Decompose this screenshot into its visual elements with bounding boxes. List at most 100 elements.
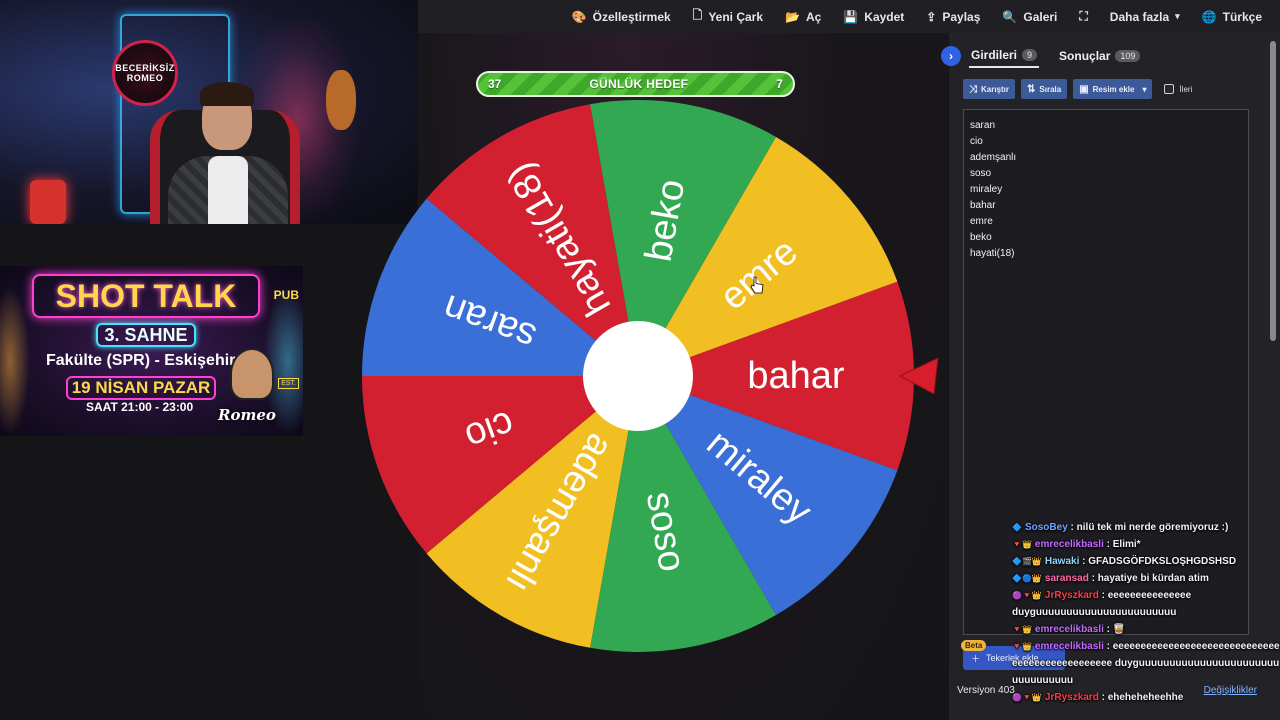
file-icon: 🗋: [692, 8, 703, 22]
spin-wheel[interactable]: baharmiraleysosoademşanlıciosaranhayati(…: [358, 96, 918, 656]
list-item: emre: [970, 216, 993, 227]
language-label: Türkçe: [1222, 9, 1262, 24]
chat-message: 🔷🔵👑 saransad : hayatiye bi kürdan atim: [1012, 570, 1280, 587]
list-item: cio: [970, 136, 983, 147]
tab-entries-label: Girdileri: [971, 48, 1018, 62]
chat-username: JrRyszkard: [1044, 590, 1099, 601]
language-button[interactable]: 🌐 Türkçe: [1202, 10, 1262, 24]
image-icon: ▣: [1079, 83, 1089, 95]
top-nav: 🎨 Özelleştirmek 🗋 Yeni Çark 📂 Aç 💾 Kayde…: [418, 0, 1280, 33]
advanced-label: İleri: [1179, 84, 1193, 94]
chat-username: emrecelikbasli: [1034, 641, 1104, 652]
webcam-feed: BECERİKSİZ ROMEO: [0, 0, 418, 224]
collapse-panel-button[interactable]: ›: [941, 46, 961, 66]
save-icon: 💾: [843, 9, 859, 24]
share-button[interactable]: ⇪ Paylaş: [926, 10, 980, 24]
tab-entries[interactable]: Girdileri 9: [969, 44, 1040, 68]
globe-icon: 🌐: [1201, 9, 1217, 24]
list-item: ademşanlı: [970, 152, 1017, 163]
new-wheel-button[interactable]: 🗋 Yeni Çark: [693, 6, 763, 27]
list-item: saran: [970, 120, 996, 131]
event-poster: SHOT TALK 3. SAHNE Fakülte (SPR) - Eskiş…: [0, 266, 303, 436]
list-item: miraley: [970, 184, 1003, 195]
new-wheel-label: Yeni Çark: [708, 9, 764, 24]
poster-date: 19 NİSAN PAZAR: [66, 376, 216, 400]
chat-message: 🔻👑 emrecelikbasli : Elimi*: [1012, 536, 1280, 553]
badge-icon: 🟣🔻👑: [1012, 591, 1042, 600]
chat-username: saransad: [1044, 573, 1089, 584]
chat-username: SosoBey: [1024, 522, 1068, 533]
chat-text: : eheheheheehhe: [1101, 692, 1184, 703]
guitar: [326, 70, 356, 130]
chat-message: 🔷 SosoBey : nilü tek mi nerde göremiyoruz…: [1012, 519, 1280, 536]
customize-button[interactable]: 🎨 Özelleştirmek: [572, 10, 671, 24]
chat-message: 🔻👑 emrecelikbasli : 🥃: [1012, 621, 1280, 638]
chat-text: : nilü tek mi nerde göremiyoruz :): [1070, 522, 1229, 533]
panel-scrollbar[interactable]: [1270, 41, 1276, 341]
shuffle-button[interactable]: ⤨ Karıştır: [963, 79, 1016, 99]
chat-message: 🔷🎬👑 Hawaki : GFADSGÖFDKSLOŞHGDSHSD: [1012, 553, 1280, 570]
tab-results[interactable]: Sonuçlar 109: [1057, 45, 1142, 67]
poster-title: SHOT TALK: [32, 274, 260, 318]
chat-message: 🔻👑 emrecelikbasli : eeeeeeeeeeeeeeeeeeeee…: [1012, 638, 1280, 689]
red-lamp: [30, 180, 66, 224]
more-menu-button[interactable]: Daha fazla ▾: [1110, 10, 1180, 24]
logo-text-bottom: ROMEO: [126, 73, 164, 83]
sort-label: Sırala: [1039, 84, 1062, 94]
goal-left-value: 37: [488, 77, 502, 91]
chat-text: : 🥃: [1106, 624, 1126, 635]
channel-logo: BECERİKSİZ ROMEO: [112, 40, 178, 106]
poster-est-sign: EST.: [278, 378, 299, 389]
open-button[interactable]: 📂 Aç: [785, 10, 821, 24]
logo-text-top: BECERİKSİZ: [115, 63, 175, 73]
goal-label: GÜNLÜK HEDEF: [589, 77, 689, 91]
chat-username: Hawaki: [1044, 556, 1080, 567]
poster-pub-sign: PUB: [273, 288, 299, 302]
share-icon: ⇪: [926, 9, 937, 24]
entries-toolbar: ⤨ Karıştır ⇅ Sırala ▣ Resim ekle ▾ İleri: [963, 79, 1192, 99]
stream-overlay: BECERİKSİZ ROMEO SHOT TALK 3. SAHNE Fakü…: [0, 0, 418, 720]
sort-button[interactable]: ⇅ Sırala: [1021, 79, 1068, 99]
advanced-toggle[interactable]: İleri: [1164, 84, 1192, 94]
share-label: Paylaş: [942, 9, 981, 24]
palette-icon: 🎨: [571, 9, 587, 24]
chat-username: emrecelikbasli: [1034, 624, 1104, 635]
add-image-button[interactable]: ▣ Resim ekle ▾: [1073, 79, 1153, 99]
fullscreen-icon: ⛶: [1079, 9, 1088, 23]
more-label: Daha fazla: [1109, 9, 1170, 24]
wheel-center[interactable]: [583, 321, 693, 431]
poster-venue: Fakülte (SPR) - Eskişehir: [46, 352, 236, 369]
tab-results-label: Sonuçlar: [1059, 49, 1111, 63]
plus-icon: ＋: [971, 653, 981, 664]
daily-goal-bar: 37 GÜNLÜK HEDEF 7: [476, 71, 795, 97]
folder-open-icon: 📂: [785, 9, 800, 24]
list-item: bahar: [970, 200, 996, 211]
badge-icon: 🔷🔵👑: [1012, 574, 1042, 583]
chat-text: : hayatiye bi kürdan atim: [1091, 573, 1209, 584]
badge-icon: 🔻👑: [1012, 540, 1032, 549]
save-button[interactable]: 💾 Kaydet: [843, 10, 904, 24]
list-item: soso: [970, 168, 992, 179]
badge-icon: 🔷🎬👑: [1012, 557, 1042, 566]
hand-cursor-icon: [750, 276, 764, 294]
goal-right-value: 7: [776, 77, 783, 91]
chat-text: : Elimi*: [1106, 539, 1141, 550]
open-label: Aç: [805, 9, 822, 24]
streamer: [168, 60, 288, 224]
beta-badge: Beta: [961, 640, 987, 651]
advanced-checkbox[interactable]: [1164, 84, 1175, 94]
fullscreen-button[interactable]: ⛶: [1079, 9, 1087, 24]
poster-time: SAAT 21:00 - 23:00: [86, 400, 194, 414]
gallery-button[interactable]: 🔍 Galeri: [1002, 10, 1057, 24]
search-icon: 🔍: [1002, 9, 1018, 24]
customize-label: Özelleştirmek: [592, 9, 671, 24]
list-item: beko: [970, 232, 992, 243]
chat-text: : GFADSGÖFDKSLOŞHGDSHSD: [1082, 556, 1237, 567]
entries-count-badge: 9: [1022, 49, 1038, 61]
shuffle-icon: ⤨: [969, 83, 977, 95]
sort-icon: ⇅: [1027, 83, 1036, 95]
badge-icon: 🔻👑: [1012, 625, 1032, 634]
add-image-label: Resim ekle: [1092, 84, 1135, 94]
poster-mascot: [230, 348, 274, 400]
save-label: Kaydet: [864, 9, 905, 24]
